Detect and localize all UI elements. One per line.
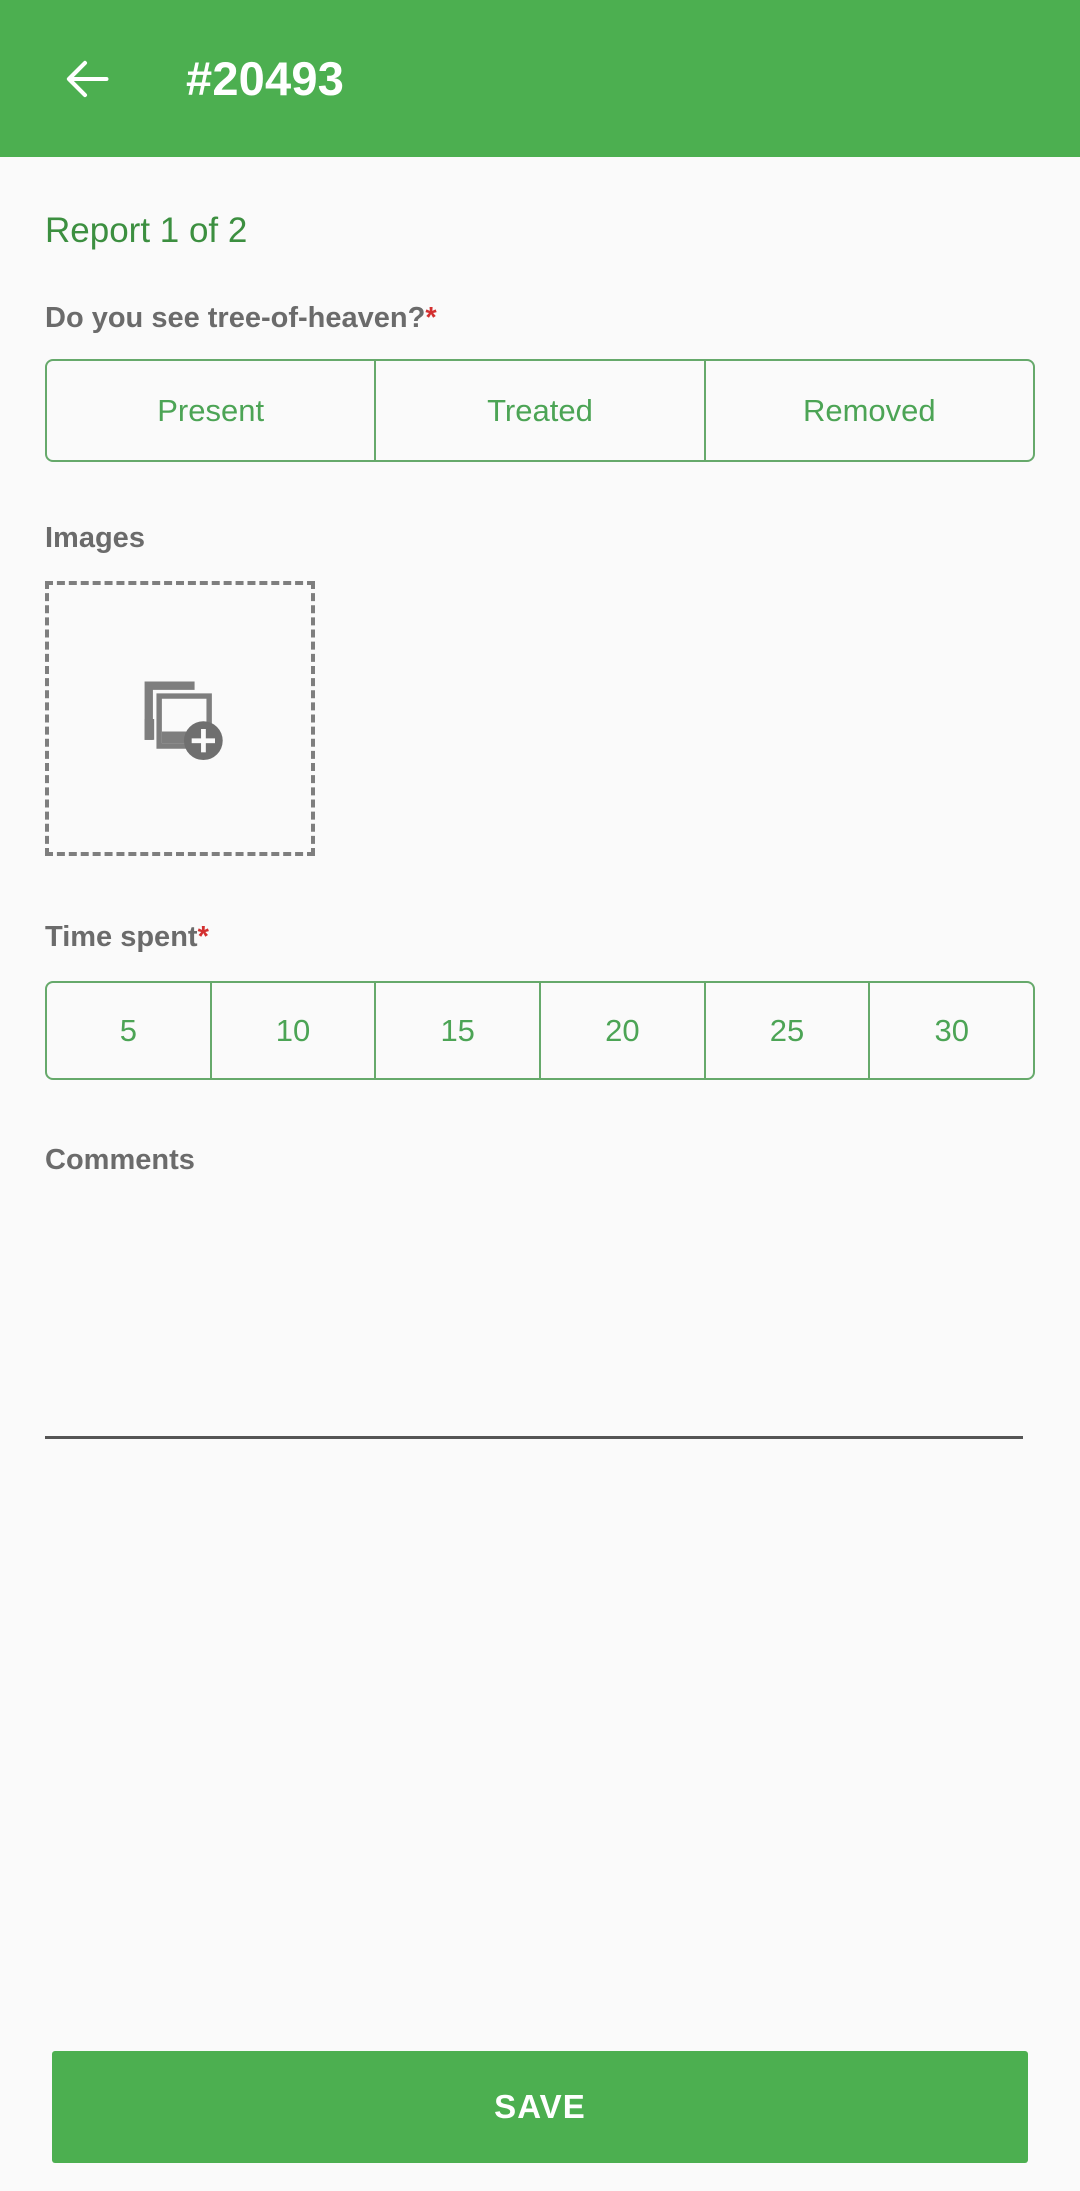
question-label-text: Do you see tree-of-heaven?	[45, 302, 426, 334]
question-label: Do you see tree-of-heaven?*	[45, 304, 1035, 333]
report-form-screen: #20493 Report 1 of 2 Do you see tree-of-…	[0, 0, 1080, 2191]
form-content: Report 1 of 2 Do you see tree-of-heaven?…	[0, 157, 1080, 2191]
add-image-dropzone[interactable]	[45, 581, 315, 856]
time-spent-options-wrap: 5 10 15 20 25 30	[45, 981, 1035, 1080]
images-label: Images	[45, 524, 1035, 553]
images-label-text: Images	[45, 522, 145, 554]
time-option-20[interactable]: 20	[539, 983, 704, 1078]
time-option-5[interactable]: 5	[47, 983, 210, 1078]
comments-label: Comments	[45, 1146, 1035, 1175]
comments-input[interactable]	[45, 1197, 1023, 1439]
save-button[interactable]: SAVE	[52, 2051, 1028, 2163]
time-option-10[interactable]: 10	[209, 983, 375, 1078]
option-present[interactable]: Present	[47, 361, 374, 460]
time-option-25[interactable]: 25	[703, 983, 869, 1078]
save-bar: SAVE	[0, 2051, 1080, 2163]
time-spent-label-text: Time spent	[45, 921, 198, 953]
time-spent-label: Time spent*	[45, 923, 1035, 952]
question-segmented-control: Present Treated Removed	[45, 359, 1035, 462]
comments-label-text: Comments	[45, 1144, 195, 1176]
add-to-photos-icon	[130, 669, 230, 769]
time-option-30[interactable]: 30	[868, 983, 1033, 1078]
page-title: #20493	[186, 52, 345, 105]
report-counter: Report 1 of 2	[45, 211, 248, 250]
option-treated[interactable]: Treated	[374, 361, 703, 460]
arrow-back-icon	[62, 53, 114, 105]
time-spent-required-asterisk: *	[197, 921, 209, 953]
option-removed[interactable]: Removed	[703, 361, 1033, 460]
time-option-15[interactable]: 15	[374, 983, 539, 1078]
question-required-asterisk: *	[425, 302, 437, 334]
question-options-wrap: Present Treated Removed	[45, 359, 1035, 462]
back-button[interactable]	[52, 43, 124, 115]
app-bar: #20493	[0, 0, 1080, 157]
time-spent-segmented-control: 5 10 15 20 25 30	[45, 981, 1035, 1080]
